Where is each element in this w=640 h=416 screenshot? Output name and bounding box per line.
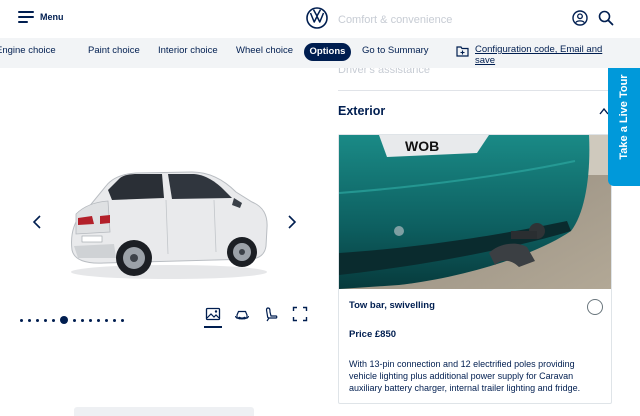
gallery-dot[interactable] xyxy=(113,318,116,322)
save-folder-icon xyxy=(456,46,469,57)
gallery-dot[interactable] xyxy=(60,316,68,324)
exterior-image-icon[interactable] xyxy=(205,306,221,322)
active-view-indicator xyxy=(204,326,222,328)
account-icon[interactable] xyxy=(572,10,588,26)
gallery-dot[interactable] xyxy=(73,318,76,322)
hamburger-icon xyxy=(18,11,34,23)
fullscreen-icon[interactable] xyxy=(292,306,308,322)
tab-engine-choice[interactable]: Engine choice xyxy=(0,45,56,56)
bottom-price-bar xyxy=(74,407,254,416)
search-icon[interactable] xyxy=(598,10,614,26)
option-name: Tow bar, swivelling xyxy=(349,300,435,311)
option-select-radio[interactable] xyxy=(587,299,603,315)
configuration-code-label: Configuration code, Email and save xyxy=(475,44,603,66)
take-live-tour-button[interactable]: Take a Live Tour xyxy=(608,48,640,186)
car-image xyxy=(71,171,268,279)
tab-options[interactable]: Options xyxy=(304,43,351,61)
gallery-dot[interactable] xyxy=(20,318,23,322)
gallery-dot[interactable] xyxy=(44,318,47,322)
menu-button[interactable]: Menu xyxy=(18,11,64,23)
live-tour-label: Take a Live Tour xyxy=(618,74,630,160)
configurator-nav: Engine choice Paint choice Interior choi… xyxy=(0,38,640,68)
gallery-dot[interactable] xyxy=(36,318,39,322)
gallery-dots xyxy=(20,316,124,324)
next-image-arrow-icon[interactable] xyxy=(286,214,298,230)
section-divider xyxy=(338,90,612,91)
vw-logo-icon[interactable] xyxy=(306,7,328,29)
car-360-icon[interactable] xyxy=(234,306,250,322)
gallery-dot[interactable] xyxy=(52,318,55,322)
configuration-code-link[interactable]: Configuration code, Email and save xyxy=(456,44,615,66)
option-card[interactable]: WOB Tow bar, swivelling Price £850 With … xyxy=(338,134,612,404)
tab-interior-choice[interactable]: Interior choice xyxy=(158,45,218,56)
ghost-heading: Comfort & convenience xyxy=(338,14,453,26)
section-title: Exterior xyxy=(338,104,386,118)
menu-label: Menu xyxy=(40,12,64,22)
gallery-dot[interactable] xyxy=(121,318,124,322)
gallery-dot[interactable] xyxy=(105,318,108,322)
tab-wheel-choice[interactable]: Wheel choice xyxy=(236,45,293,56)
previous-image-arrow-icon[interactable] xyxy=(31,214,43,230)
gallery-dot[interactable] xyxy=(89,318,92,322)
gallery-dot[interactable] xyxy=(81,318,84,322)
header: Menu Comfort & convenience xyxy=(0,0,640,38)
tab-paint-choice[interactable]: Paint choice xyxy=(88,45,140,56)
gallery-dot[interactable] xyxy=(28,318,31,322)
svg-text:WOB: WOB xyxy=(405,138,439,154)
tab-go-to-summary[interactable]: Go to Summary xyxy=(362,45,429,56)
option-description: With 13-pin connection and 12 electrifie… xyxy=(349,359,581,393)
gallery-dot[interactable] xyxy=(97,318,100,322)
interior-seat-icon[interactable] xyxy=(263,306,279,322)
option-price: Price £850 xyxy=(349,329,397,340)
tow-bar-image: WOB xyxy=(339,135,611,289)
